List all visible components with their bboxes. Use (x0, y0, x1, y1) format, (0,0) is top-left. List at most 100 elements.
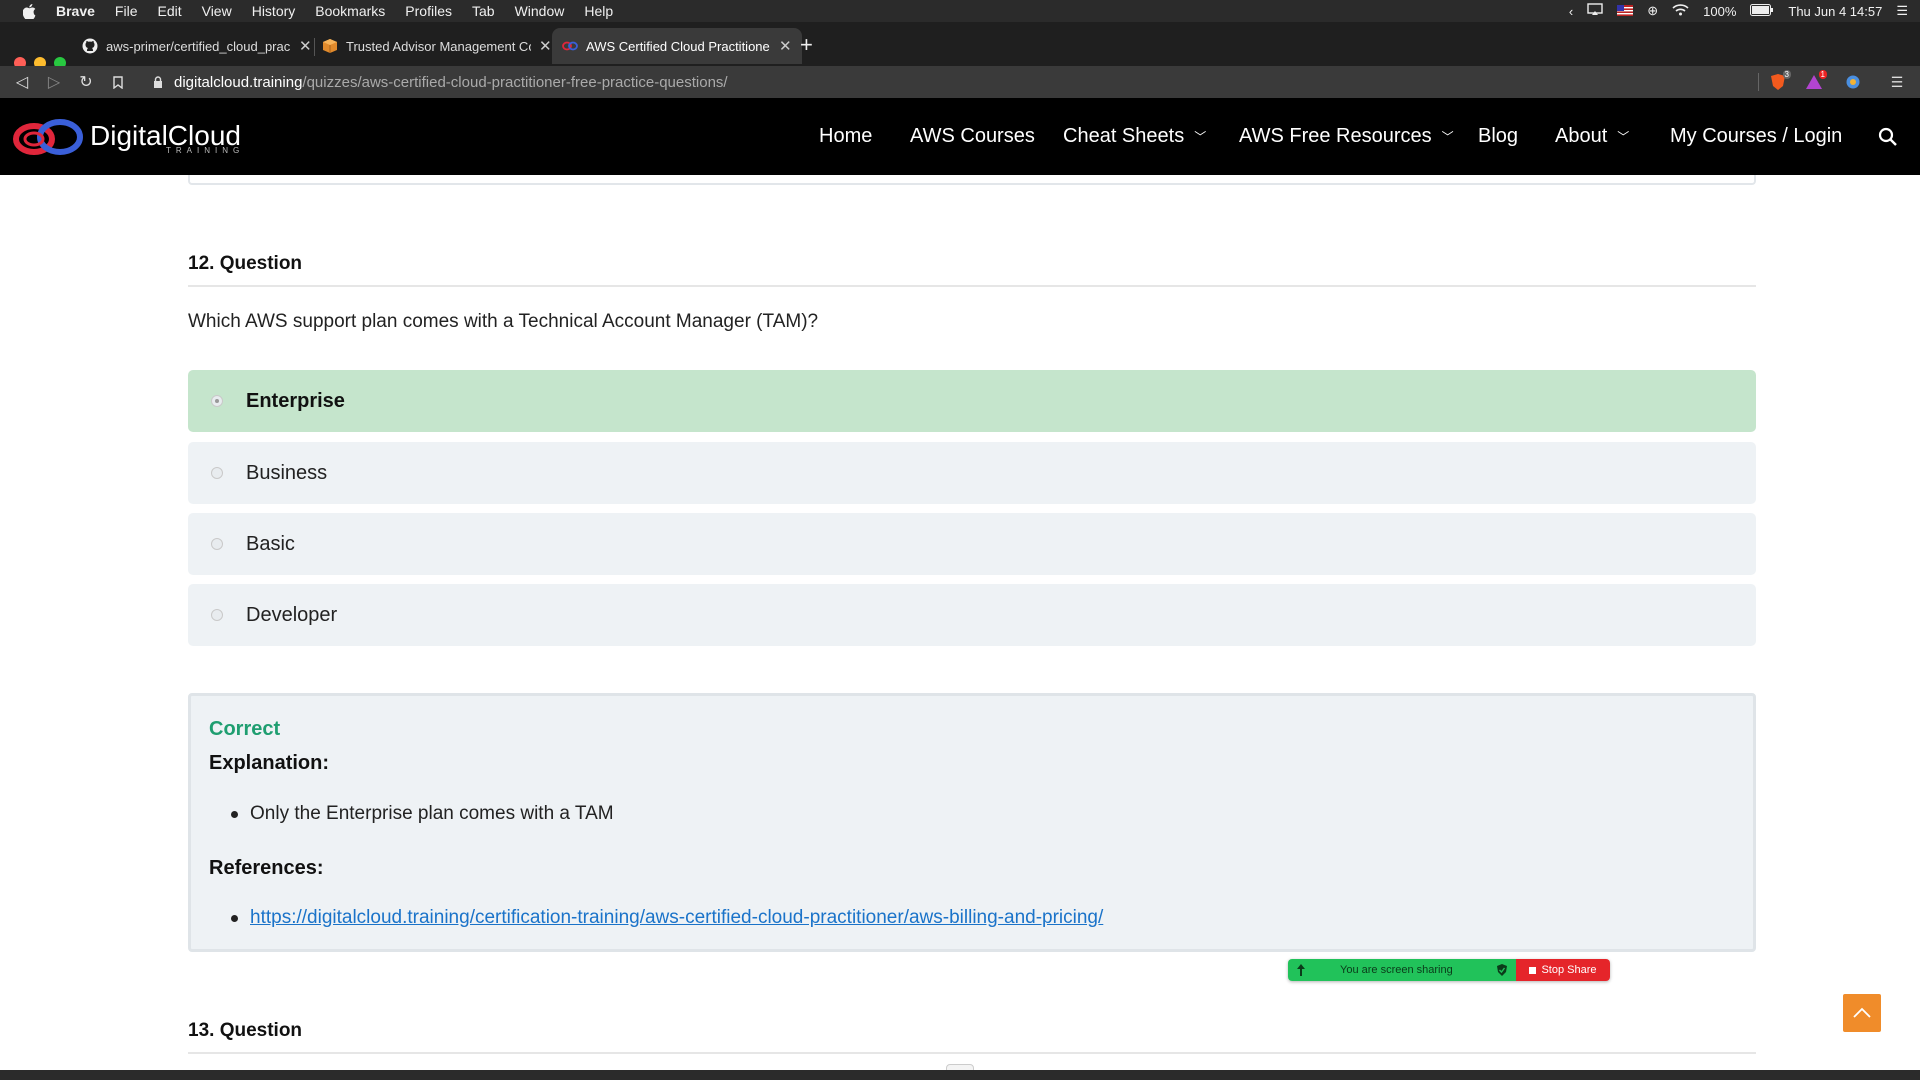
menu-file[interactable]: File (115, 3, 138, 19)
digitalcloud-icon (562, 38, 578, 54)
answer-label: Basic (246, 532, 295, 555)
reference-link[interactable]: https://digitalcloud.training/certificat… (250, 907, 1103, 929)
zoom-share-icon (1296, 963, 1306, 980)
tab-trusted-advisor[interactable]: Trusted Advisor Management Co ✕ (312, 28, 562, 64)
nav-aws-free-resources[interactable]: AWS Free Resources ﹀ (1239, 98, 1454, 175)
url-field[interactable]: digitalcloud.training/quizzes/aws-certif… (174, 66, 728, 98)
menu-history[interactable]: History (252, 3, 296, 19)
us-flag-icon[interactable] (1617, 4, 1634, 19)
close-tab-icon[interactable]: ✕ (539, 37, 552, 55)
nav-blog[interactable]: Blog (1478, 98, 1518, 175)
question-12-text: Which AWS support plan comes with a Tech… (188, 311, 819, 332)
control-center-icon[interactable]: ☰ (1896, 3, 1908, 19)
reload-icon[interactable]: ↻ (74, 66, 98, 98)
bullet-icon (231, 810, 238, 818)
nav-aws-courses[interactable]: AWS Courses (910, 98, 1035, 175)
search-icon[interactable] (1878, 98, 1898, 175)
address-bar: ◁ ▷ ↻ digitalcloud.training/quizzes/aws-… (0, 66, 1920, 98)
lock-icon[interactable] (146, 66, 170, 98)
logo-subtitle: TRAINING (166, 146, 245, 155)
close-tab-icon[interactable]: ✕ (779, 37, 792, 55)
forward-button[interactable]: ▷ (42, 66, 66, 98)
menu-profiles[interactable]: Profiles (405, 3, 452, 19)
macos-menu-bar: Brave File Edit View History Bookmarks P… (0, 0, 1920, 22)
answer-label: Developer (246, 603, 338, 626)
network-icon[interactable]: ⊕ (1647, 3, 1658, 19)
radio-button[interactable] (211, 467, 223, 479)
reference-item: https://digitalcloud.training/certificat… (231, 907, 1103, 929)
browser-tab-strip: aws-primer/certified_cloud_prac ✕ Truste… (0, 22, 1920, 69)
close-tab-icon[interactable]: ✕ (299, 37, 312, 55)
references-title: References: (209, 857, 324, 879)
nav-aws-courses-label: AWS Courses (910, 125, 1035, 147)
status-area: ‹ ⊕ 100% Thu Jun 4 14:57 ☰ (1569, 0, 1908, 22)
stop-share-label: Stop Share (1541, 964, 1597, 976)
menu-edit[interactable]: Edit (157, 3, 181, 19)
bookmark-icon[interactable] (106, 66, 130, 98)
answer-option-basic[interactable]: Basic (188, 513, 1756, 575)
answer-label: Enterprise (246, 389, 345, 412)
chevron-down-icon: ﹀ (1194, 130, 1207, 144)
answer-option-enterprise[interactable]: Enterprise (188, 370, 1756, 432)
profile-icon[interactable] (1844, 73, 1862, 91)
nav-about-label: About (1555, 125, 1608, 147)
result-status: Correct (209, 718, 281, 740)
apple-icon[interactable] (18, 3, 40, 19)
explanation-title: Explanation: (209, 752, 330, 774)
menu-help[interactable]: Help (584, 3, 613, 19)
answer-option-developer[interactable]: Developer (188, 584, 1756, 646)
menu-app-brave[interactable]: Brave (56, 3, 95, 19)
battery-percent[interactable]: 100% (1703, 4, 1736, 19)
question-13-heading: 13. Question (188, 1020, 303, 1041)
chevron-down-icon: ﹀ (1441, 130, 1454, 144)
menu-window[interactable]: Window (515, 3, 565, 19)
menu-bookmarks[interactable]: Bookmarks (315, 3, 385, 19)
nav-about[interactable]: About ﹀ (1555, 98, 1629, 175)
nav-aws-free-resources-label: AWS Free Resources (1239, 125, 1432, 147)
window-bottom-edge (0, 1070, 1920, 1080)
previous-question-box-bottom (188, 175, 1756, 185)
explanation-text: Only the Enterprise plan comes with a TA… (250, 803, 614, 824)
answer-option-business[interactable]: Business (188, 442, 1756, 504)
menu-view[interactable]: View (202, 3, 232, 19)
screen-sharing-message: You are screen sharing (1340, 964, 1453, 976)
shield-check-icon (1496, 963, 1508, 980)
rewards-count: 1 (1818, 70, 1827, 79)
radio-button[interactable] (211, 609, 223, 621)
divider (1758, 73, 1759, 91)
chevron-left-icon[interactable]: ‹ (1569, 4, 1573, 19)
nav-my-courses-login-label: My Courses / Login (1670, 125, 1843, 147)
stop-icon (1529, 966, 1537, 974)
clock[interactable]: Thu Jun 4 14:57 (1788, 4, 1882, 19)
screen-sharing-banner: You are screen sharing Stop Share (1288, 959, 1610, 981)
brave-shield-icon[interactable]: 3 (1769, 70, 1791, 91)
new-tab-button[interactable]: + (800, 32, 813, 58)
radio-button-selected[interactable] (211, 395, 223, 407)
scroll-to-top-button[interactable] (1843, 994, 1881, 1032)
radio-button[interactable] (211, 538, 223, 550)
nav-cheat-sheets-label: Cheat Sheets (1063, 125, 1185, 147)
menu-icon[interactable]: ☰ (1888, 73, 1906, 91)
battery-icon[interactable] (1750, 3, 1774, 19)
nav-blog-label: Blog (1478, 125, 1519, 147)
tab-title: aws-primer/certified_cloud_prac (106, 38, 291, 54)
stop-share-button[interactable]: Stop Share (1516, 959, 1610, 981)
aws-box-icon (322, 38, 338, 54)
airplay-icon[interactable] (1587, 3, 1603, 19)
shield-count: 3 (1782, 70, 1791, 79)
site-header: DigitalCloud TRAINING Home AWS Courses C… (0, 98, 1920, 175)
tab-aws-practice-questions[interactable]: AWS Certified Cloud Practitione ✕ (552, 28, 802, 64)
menu-tab[interactable]: Tab (472, 3, 495, 19)
back-button[interactable]: ◁ (10, 66, 34, 98)
nav-cheat-sheets[interactable]: Cheat Sheets ﹀ (1063, 98, 1206, 175)
brave-rewards-icon[interactable]: 1 (1805, 70, 1827, 91)
chevron-up-icon (1853, 1007, 1871, 1018)
answer-label: Business (246, 461, 328, 484)
screen-sharing-status[interactable]: You are screen sharing (1288, 959, 1516, 981)
nav-my-courses-login[interactable]: My Courses / Login (1670, 98, 1842, 175)
wifi-icon[interactable] (1672, 3, 1689, 19)
github-icon (82, 38, 98, 54)
tab-github[interactable]: aws-primer/certified_cloud_prac ✕ (72, 28, 322, 64)
question-12-heading: 12. Question (188, 253, 303, 274)
nav-home[interactable]: Home (819, 98, 872, 175)
